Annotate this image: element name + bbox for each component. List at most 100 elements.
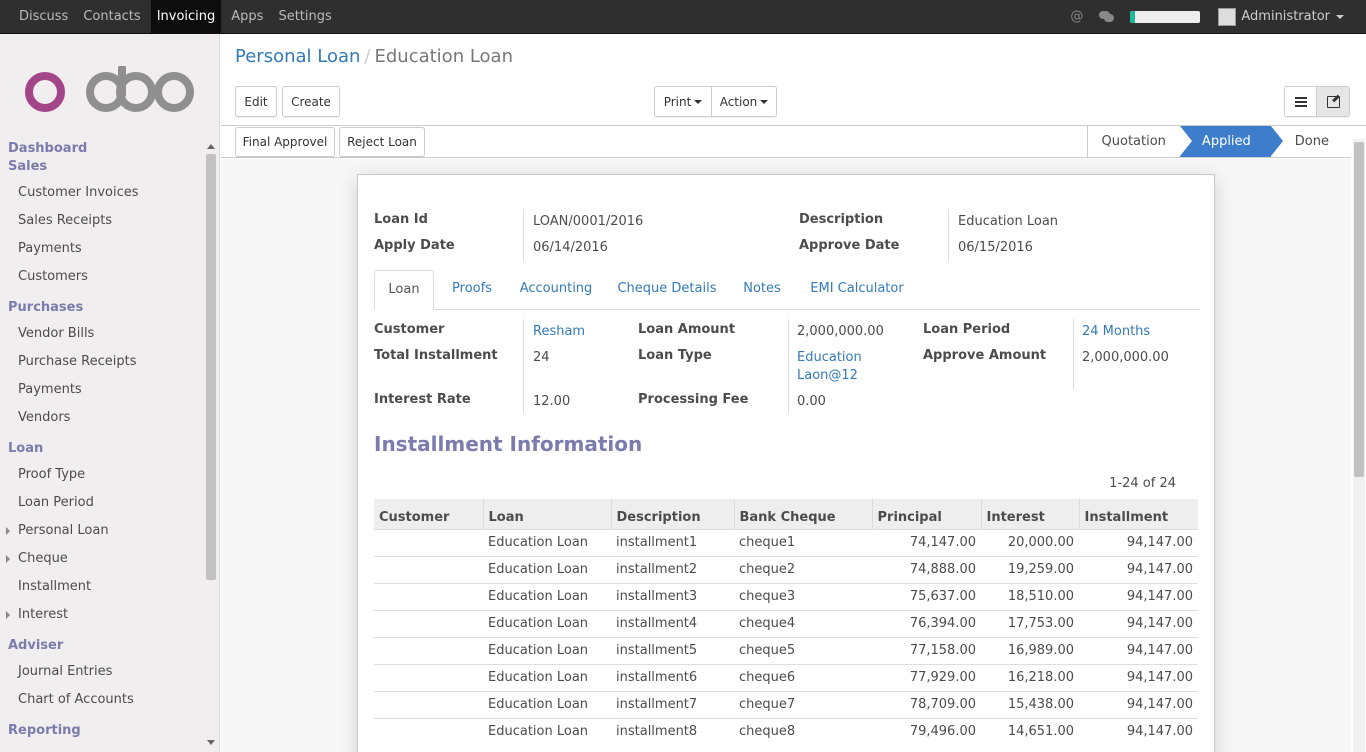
expand-triangle-icon[interactable] (6, 555, 10, 563)
sidebar-item-purchase-receipts[interactable]: Purchase Receipts (18, 354, 137, 369)
column-header-loan[interactable]: Loan (482, 499, 611, 529)
main-scrollbar[interactable] (1353, 139, 1365, 752)
sidebar-item-payments[interactable]: Payments (18, 241, 82, 256)
stage-done[interactable]: Done (1271, 126, 1351, 157)
cell-interest: 18,510.00 (981, 582, 1079, 610)
table-row[interactable]: Education Loan installment6 cheque6 77,929.… (374, 663, 1198, 691)
loan-amount-label: Loan Amount (638, 322, 736, 337)
avatar[interactable] (1218, 7, 1237, 26)
sidebar-scrollbar[interactable] (205, 142, 217, 747)
column-header-customer[interactable]: Customer (374, 499, 483, 529)
customer-link[interactable]: Resham (533, 324, 585, 339)
tab-emi-calculator[interactable]: EMI Calculator (802, 270, 912, 310)
sidebar-item-journal-entries[interactable]: Journal Entries (18, 664, 112, 679)
table-row[interactable]: Education Loan installment7 cheque7 78,709.… (374, 690, 1198, 718)
sidebar-item-vendor-bills[interactable]: Vendor Bills (18, 326, 94, 341)
table-row[interactable]: Education Loan installment2 cheque2 74,888.… (374, 555, 1198, 583)
cell-bank-cheque: cheque2 (734, 555, 872, 583)
sidebar-item-payments-purchases[interactable]: Payments (18, 382, 82, 397)
sidebar-item-proof-type[interactable]: Proof Type (18, 467, 85, 482)
tab-loan[interactable]: Loan (374, 270, 434, 310)
sidebar-scroll-thumb[interactable] (206, 154, 216, 580)
cell-customer (374, 582, 483, 610)
tab-accounting[interactable]: Accounting (514, 270, 598, 310)
pager[interactable]: 1-24 of 24 (1109, 476, 1176, 491)
edit-icon (1326, 95, 1340, 108)
cell-loan: Education Loan (483, 609, 611, 637)
sidebar-item-chart-of-accounts[interactable]: Chart of Accounts (18, 692, 134, 707)
caret-down-icon (760, 99, 769, 104)
menu-settings[interactable]: Settings (273, 0, 336, 33)
create-button[interactable]: Create (282, 86, 340, 117)
form-view-button[interactable] (1316, 86, 1350, 117)
cell-installment: 94,147.00 (1079, 717, 1198, 745)
scroll-down-icon[interactable] (207, 740, 215, 745)
sidebar-item-installment[interactable]: Installment (18, 579, 91, 594)
cell-installment: 94,147.00 (1079, 582, 1198, 610)
cell-description: installment3 (611, 582, 734, 610)
control-panel: Personal Loan / Education Loan Edit Create… (221, 34, 1366, 126)
field-divider (1073, 319, 1074, 389)
loan-type-link-line2[interactable]: Laon@12 (797, 368, 858, 383)
sidebar-item-interest[interactable]: Interest (18, 607, 68, 622)
action-dropdown[interactable]: Action (711, 86, 777, 117)
loan-period-link[interactable]: 24 Months (1082, 324, 1150, 339)
expand-triangle-icon[interactable] (6, 527, 10, 535)
loan-type-link-line1[interactable]: Education (797, 350, 862, 365)
field-divider (948, 209, 949, 261)
table-row[interactable]: Education Loan installment3 cheque3 75,637.… (374, 582, 1198, 610)
table-row[interactable]: Education Loan installment4 cheque4 76,394.… (374, 609, 1198, 637)
column-header-description[interactable]: Description (610, 499, 734, 529)
stage-applied[interactable]: Applied (1179, 126, 1283, 157)
sidebar-section-dashboard[interactable]: Dashboard (8, 141, 87, 156)
column-header-bank-cheque[interactable]: Bank Cheque (733, 499, 872, 529)
table-row[interactable]: Education Loan installment8 cheque8 79,496.… (374, 717, 1198, 745)
menu-discuss[interactable]: Discuss (14, 0, 73, 33)
breadcrumb-parent[interactable]: Personal Loan (235, 46, 360, 67)
field-divider (788, 319, 789, 413)
cell-installment: 94,147.00 (1079, 528, 1198, 556)
sidebar-item-customer-invoices[interactable]: Customer Invoices (18, 185, 139, 200)
column-header-principal[interactable]: Principal (871, 499, 981, 529)
tab-proofs[interactable]: Proofs (442, 270, 502, 310)
menu-invoicing[interactable]: Invoicing (150, 0, 222, 33)
odoo-logo[interactable] (24, 66, 194, 114)
sidebar-item-sales-receipts[interactable]: Sales Receipts (18, 213, 112, 228)
tab-cheque-details[interactable]: Cheque Details (612, 270, 722, 310)
apply-date-value: 06/14/2016 (533, 240, 608, 255)
cell-principal: 77,158.00 (872, 636, 981, 664)
expand-triangle-icon[interactable] (6, 611, 10, 619)
stage-quotation[interactable]: Quotation (1086, 126, 1180, 157)
column-header-installment[interactable]: Installment (1078, 499, 1198, 529)
scroll-up-icon[interactable] (207, 144, 215, 149)
sidebar-item-customers[interactable]: Customers (18, 269, 88, 284)
sidebar-item-vendors[interactable]: Vendors (18, 410, 70, 425)
cell-interest: 17,753.00 (981, 609, 1079, 637)
tab-notes[interactable]: Notes (734, 270, 790, 310)
column-header-interest[interactable]: Interest (980, 499, 1079, 529)
main-scroll-thumb[interactable] (1354, 142, 1364, 477)
loan-id-value: LOAN/0001/2016 (533, 214, 644, 229)
top-navbar: Discuss Contacts Invoicing Apps Settings… (0, 0, 1366, 34)
edit-button[interactable]: Edit (235, 86, 277, 117)
sidebar-item-loan-period[interactable]: Loan Period (18, 495, 94, 510)
table-row[interactable]: Education Loan installment1 cheque1 74,147.… (374, 528, 1198, 556)
reject-loan-button[interactable]: Reject Loan (339, 127, 425, 157)
sidebar-item-personal-loan[interactable]: Personal Loan (18, 523, 109, 538)
cell-loan: Education Loan (483, 555, 611, 583)
loan-period-label: Loan Period (923, 322, 1011, 337)
cell-principal: 74,147.00 (872, 528, 981, 556)
user-menu[interactable]: Administrator (1241, 9, 1330, 24)
sidebar-item-cheque[interactable]: Cheque (18, 551, 68, 566)
menu-apps[interactable]: Apps (226, 0, 268, 33)
table-row[interactable]: Education Loan installment5 cheque5 77,158.… (374, 636, 1198, 664)
final-approve-button[interactable]: Final Approvel (235, 127, 335, 157)
mention-icon[interactable]: @ (1070, 9, 1083, 24)
list-view-button[interactable] (1284, 86, 1317, 117)
cell-bank-cheque: cheque1 (734, 528, 872, 556)
chat-icon[interactable] (1099, 11, 1115, 22)
menu-contacts[interactable]: Contacts (78, 0, 145, 33)
installment-table: Customer Loan Description Bank Cheque Pr… (374, 499, 1198, 745)
chevron-down-icon[interactable] (1336, 14, 1344, 19)
print-dropdown[interactable]: Print (654, 86, 712, 117)
